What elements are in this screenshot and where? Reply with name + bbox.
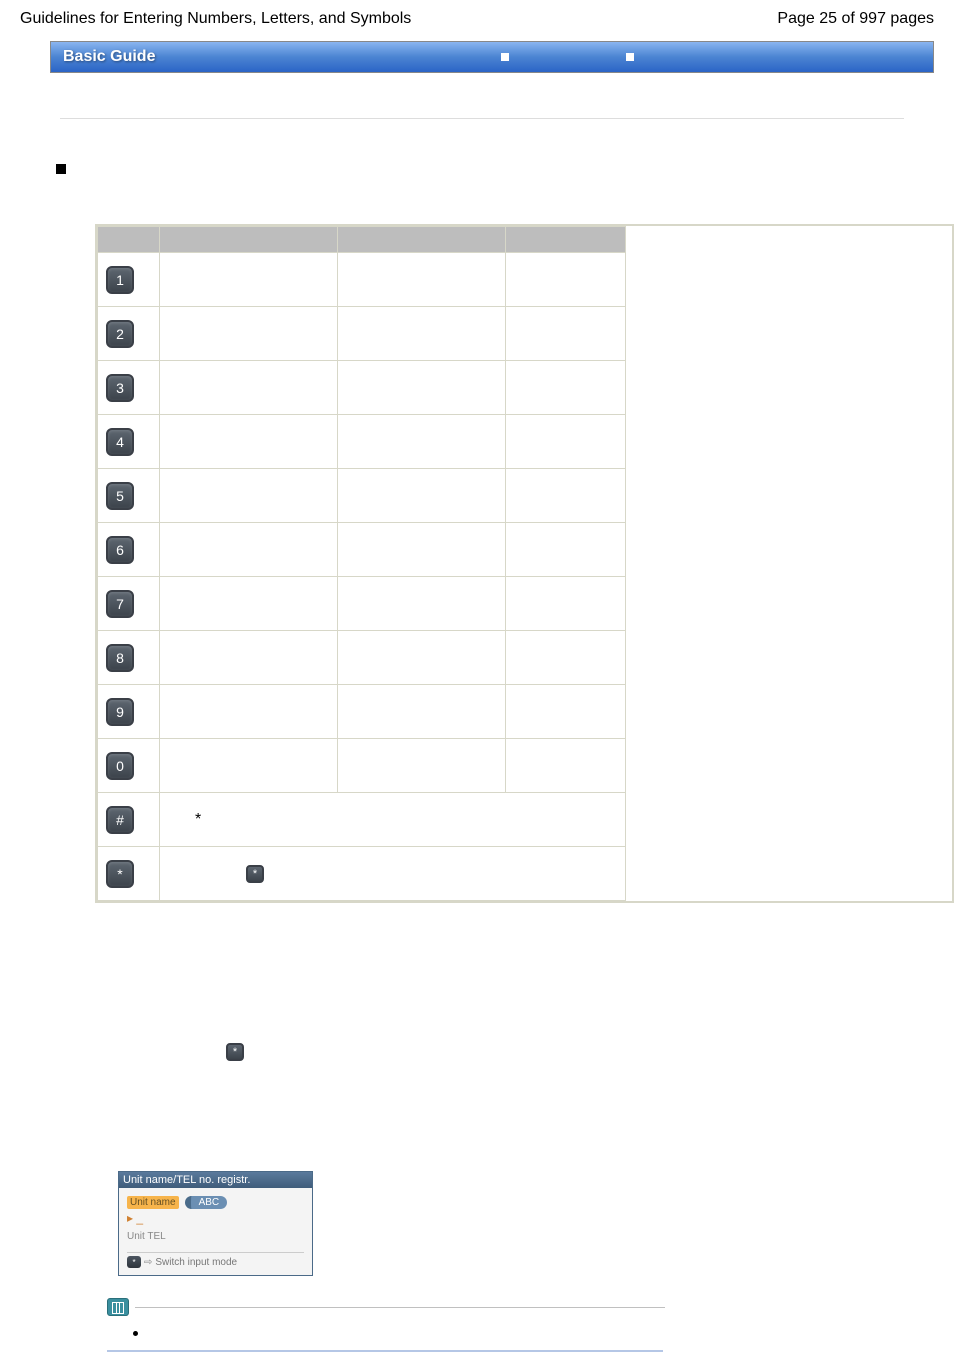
table-cell [506,631,626,685]
table-header-a [160,227,338,253]
table-header-button [98,227,160,253]
table-header-c [506,227,626,253]
table-cell [506,415,626,469]
key-hash-icon: # [106,806,134,834]
table-cell [506,577,626,631]
table-row: 4 [98,415,626,469]
key-9-icon: 9 [106,698,134,726]
table-cell [338,415,506,469]
bullet-icon [133,1331,138,1336]
table-cell [338,739,506,793]
note-divider [135,1307,665,1308]
key-0-icon: 0 [106,752,134,780]
input-caret: ▸ _ [127,1211,304,1225]
table-cell [160,523,338,577]
banner-marker-2 [626,53,634,61]
table-cell-wide: * [160,847,626,901]
table-cell [160,253,338,307]
table-row: # * [98,793,626,847]
table-row: 0 [98,739,626,793]
key-1-icon: 1 [106,266,134,294]
table-row: 1 [98,253,626,307]
table-row: 6 [98,523,626,577]
table-row: 9 [98,685,626,739]
page-title: Guidelines for Entering Numbers, Letters… [20,10,411,28]
table-cell [506,739,626,793]
footer-star-key-icon: * [127,1256,141,1268]
table-cell [160,307,338,361]
table-cell [338,469,506,523]
key-5-icon: 5 [106,482,134,510]
divider-line [60,118,904,119]
table-row: 5 [98,469,626,523]
footer-switch-text: Switch input mode [155,1257,237,1268]
key-4-icon: 4 [106,428,134,456]
table-cell [506,523,626,577]
table-cell [506,469,626,523]
table-row: 8 [98,631,626,685]
table-header-b [338,227,506,253]
table-cell [160,631,338,685]
page-indicator: Page 25 of 997 pages [777,10,934,28]
table-cell [338,577,506,631]
star-key-inline-icon: * [226,1043,244,1061]
unit-tel-label: Unit TEL [127,1231,304,1242]
key-7-icon: 7 [106,590,134,618]
table-cell [160,739,338,793]
key-6-icon: 6 [106,536,134,564]
table-cell [506,361,626,415]
table-cell [338,523,506,577]
section-bullet-icon [56,164,66,174]
basic-guide-label: Basic Guide [63,48,155,66]
keypad-table: 1 2 3 4 5 6 7 8 9 0 [95,224,954,903]
banner-marker-1 [501,53,509,61]
registration-screenshot: Unit name/TEL no. registr. Unit name ABC… [118,1171,313,1276]
key-3-icon: 3 [106,374,134,402]
note-book-icon [107,1298,129,1316]
table-cell-wide: * [160,793,626,847]
registration-title: Unit name/TEL no. registr. [119,1172,312,1188]
table-cell [160,685,338,739]
table-cell [338,253,506,307]
abc-mode-pill: ABC [185,1196,228,1209]
table-row: 3 [98,361,626,415]
key-star-icon: * [106,860,134,888]
table-cell [506,307,626,361]
footer-arrow-icon: ⇨ [144,1257,152,1268]
table-cell [338,307,506,361]
table-cell [506,253,626,307]
table-cell [160,415,338,469]
table-cell [338,631,506,685]
key-2-icon: 2 [106,320,134,348]
table-cell [338,361,506,415]
key-8-icon: 8 [106,644,134,672]
table-cell [160,469,338,523]
small-star-key-icon: * [246,865,264,883]
table-row: 2 [98,307,626,361]
table-cell [160,577,338,631]
unit-name-label: Unit name [127,1196,179,1209]
table-cell [160,361,338,415]
table-row: 7 [98,577,626,631]
table-row: * * [98,847,626,901]
basic-guide-banner: Basic Guide [50,41,934,73]
table-cell [338,685,506,739]
table-cell [506,685,626,739]
